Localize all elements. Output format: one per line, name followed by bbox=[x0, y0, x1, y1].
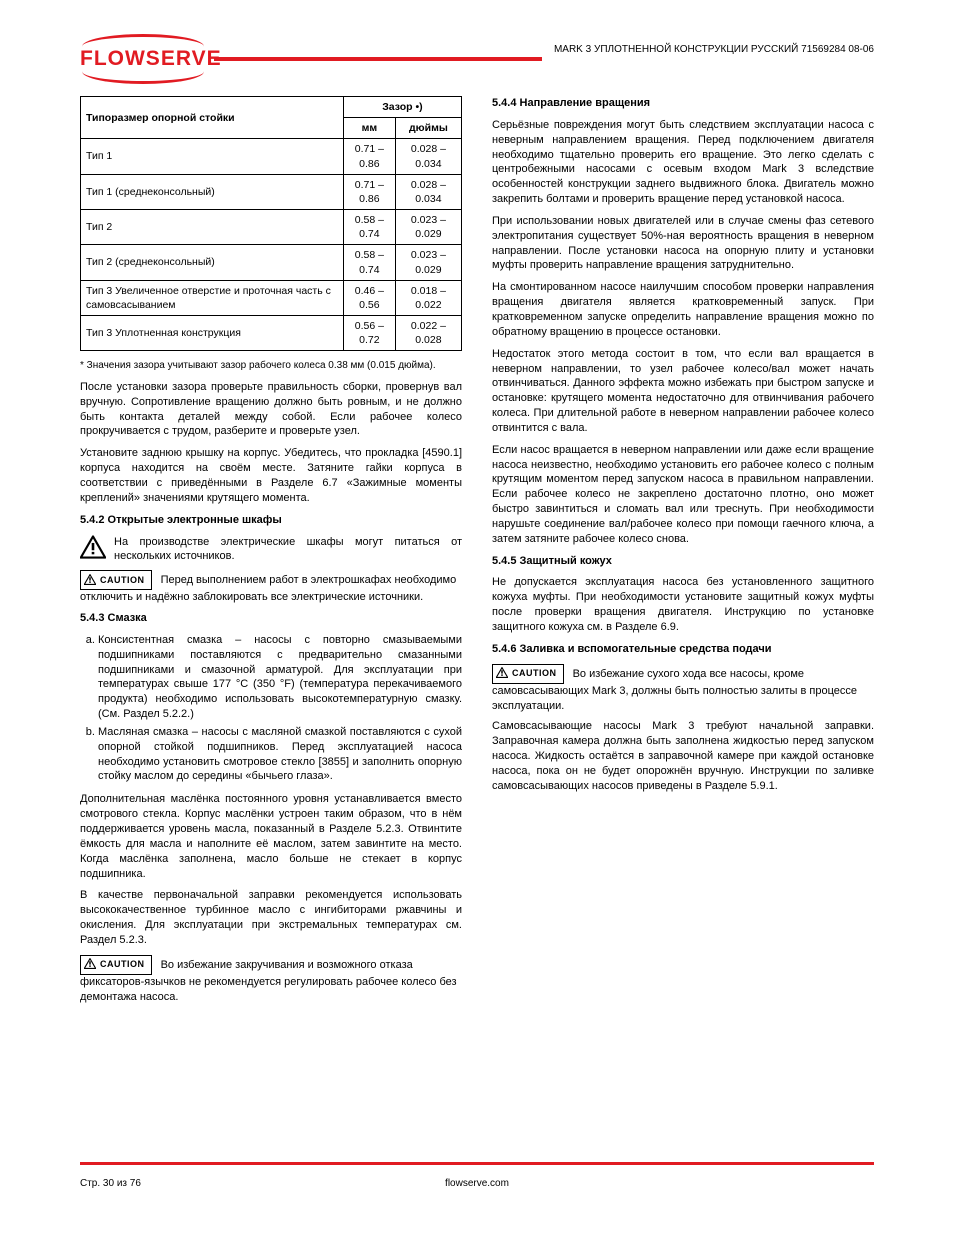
paragraph: Не допускается эксплуатация насоса без у… bbox=[492, 575, 874, 634]
cell: Тип 1 (среднеконсольный) bbox=[81, 174, 344, 209]
column-left: Типоразмер опорной стойки Зазор •) мм дю… bbox=[80, 96, 462, 1010]
cell: 0.71 – 0.86 bbox=[343, 174, 395, 209]
cell: 0.58 – 0.74 bbox=[343, 245, 395, 280]
table-row: Тип 1 (среднеконсольный) 0.71 – 0.86 0.0… bbox=[81, 174, 462, 209]
caution-badge: CAUTION bbox=[80, 955, 152, 975]
paragraph: Самовсасывающие насосы Mark 3 требуют на… bbox=[492, 719, 874, 793]
footer-link: flowserve.com bbox=[445, 1178, 509, 1189]
footer: Стр. 30 из 76 flowserve.com bbox=[80, 1178, 874, 1189]
paragraph: После установки зазора проверьте правиль… bbox=[80, 380, 462, 439]
list-item: Масляная смазка – насосы с масляной смаз… bbox=[98, 725, 462, 784]
section-heading: 5.4.4 Направление вращения bbox=[492, 96, 874, 111]
paragraph: Недостаток этого метода состоит в том, ч… bbox=[492, 347, 874, 436]
th-in: дюймы bbox=[395, 118, 461, 139]
cell: 0.023 – 0.029 bbox=[395, 210, 461, 245]
header-rule bbox=[214, 57, 542, 61]
table-row: Тип 3 Уплотненная конструкция 0.56 – 0.7… bbox=[81, 316, 462, 351]
cell: 0.022 – 0.028 bbox=[395, 316, 461, 351]
table-row: Тип 1 0.71 – 0.86 0.028 – 0.034 bbox=[81, 139, 462, 174]
cell: Тип 3 Уплотненная конструкция bbox=[81, 316, 344, 351]
section-heading: 5.4.5 Защитный кожух bbox=[492, 554, 874, 569]
column-right: 5.4.4 Направление вращения Серьёзные пов… bbox=[492, 96, 874, 1010]
cell: Тип 2 bbox=[81, 210, 344, 245]
caution-badge: CAUTION bbox=[492, 664, 564, 684]
paragraph: При использовании новых двигателей или в… bbox=[492, 214, 874, 273]
section-heading: 5.4.2 Открытые электронные шкафы bbox=[80, 513, 462, 528]
th-clearance: Зазор •) bbox=[343, 97, 461, 118]
cell: 0.018 – 0.022 bbox=[395, 280, 461, 315]
caution-icon bbox=[84, 958, 96, 971]
caution-icon bbox=[496, 667, 508, 680]
th-frame-size: Типоразмер опорной стойки bbox=[81, 97, 344, 139]
table-row: Тип 3 Увеличенное отверстие и проточная … bbox=[81, 280, 462, 315]
cell: Тип 2 (среднеконсольный) bbox=[81, 245, 344, 280]
paragraph: В качестве первоначальной заправки реком… bbox=[80, 888, 462, 947]
table-row: Тип 2 (среднеконсольный) 0.58 – 0.74 0.0… bbox=[81, 245, 462, 280]
cell: 0.028 – 0.034 bbox=[395, 139, 461, 174]
paragraph: Серьёзные повреждения могут быть следств… bbox=[492, 118, 874, 207]
table-row: Тип 2 0.58 – 0.74 0.023 – 0.029 bbox=[81, 210, 462, 245]
warning-text: На производстве электрические шкафы могу… bbox=[114, 535, 462, 565]
clearance-table: Типоразмер опорной стойки Зазор •) мм дю… bbox=[80, 96, 462, 351]
paragraph: Если насос вращается в неверном направле… bbox=[492, 443, 874, 547]
page-number: Стр. 30 из 76 bbox=[80, 1178, 141, 1189]
caution-badge: CAUTION bbox=[80, 570, 152, 590]
caution-icon bbox=[84, 574, 96, 587]
paragraph: На смонтированном насосе наилучшим спосо… bbox=[492, 280, 874, 339]
doc-ref: MARK 3 УПЛОТНЕННОЙ КОНСТРУКЦИИ РУССКИЙ 7… bbox=[554, 44, 874, 55]
footer-rule bbox=[80, 1162, 874, 1165]
cell: Тип 3 Увеличенное отверстие и проточная … bbox=[81, 280, 344, 315]
cell: 0.71 – 0.86 bbox=[343, 139, 395, 174]
logo: FLOWSERVE bbox=[80, 40, 206, 78]
cell: 0.58 – 0.74 bbox=[343, 210, 395, 245]
list-item: Консистентная смазка – насосы с повторно… bbox=[98, 633, 462, 722]
cell: 0.028 – 0.034 bbox=[395, 174, 461, 209]
warning-icon bbox=[80, 535, 106, 559]
cell: 0.023 – 0.029 bbox=[395, 245, 461, 280]
cell: Тип 1 bbox=[81, 139, 344, 174]
table-note: * Значения зазора учитывают зазор рабоче… bbox=[80, 359, 462, 373]
cell: 0.56 – 0.72 bbox=[343, 316, 395, 351]
section-heading: 5.4.3 Смазка bbox=[80, 611, 462, 626]
th-mm: мм bbox=[343, 118, 395, 139]
paragraph: Установите заднюю крышку на корпус. Убед… bbox=[80, 446, 462, 505]
section-heading: 5.4.6 Заливка и вспомогательные средства… bbox=[492, 642, 874, 657]
paragraph: Дополнительная маслёнка постоянного уров… bbox=[80, 792, 462, 881]
cell: 0.46 – 0.56 bbox=[343, 280, 395, 315]
